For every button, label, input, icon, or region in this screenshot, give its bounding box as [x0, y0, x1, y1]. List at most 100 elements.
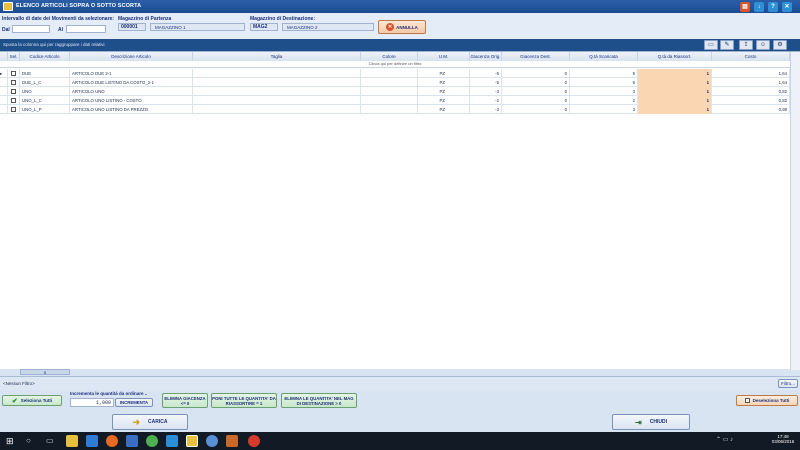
cell-riassort[interactable]: 1: [638, 96, 712, 105]
cell-color: [361, 96, 418, 105]
cell-code: UNO: [20, 87, 70, 96]
deselect-all-button[interactable]: Deseleziona Tutti: [736, 395, 798, 406]
app2-icon[interactable]: [226, 435, 238, 447]
firefox-icon[interactable]: [106, 435, 118, 447]
cell-um: PZ: [418, 69, 470, 78]
from-date-field[interactable]: [12, 25, 50, 33]
row-checkbox[interactable]: [11, 89, 16, 94]
row-indicator: [0, 78, 8, 87]
column-header-indicator: [0, 52, 8, 61]
load-label: CARICA: [148, 419, 168, 425]
delete-dest-qty-button[interactable]: ELIMINA LE QUANTITA' NEL MAG DI DESTINAZ…: [281, 393, 357, 408]
search-icon[interactable]: ○: [26, 436, 31, 445]
delete-stock-button[interactable]: ELIMINA GIACENZA <= 0: [162, 393, 208, 408]
word-icon[interactable]: [126, 435, 138, 447]
cell-scaricata: 3: [570, 87, 638, 96]
pdf-icon[interactable]: ▤: [740, 2, 750, 12]
column-header-um[interactable]: U.M.: [418, 52, 470, 61]
ie-icon[interactable]: [166, 435, 178, 447]
dest-warehouse-label: Magazzino di Destinazione:: [250, 16, 316, 22]
cell-riassort[interactable]: 1: [638, 105, 712, 114]
column-header-color[interactable]: Colore: [361, 52, 418, 61]
users-icon[interactable]: ☺: [756, 40, 770, 50]
row-checkbox[interactable]: [11, 71, 16, 76]
clock[interactable]: 17:48 03/06/2016: [770, 434, 796, 444]
set-all-qty-button[interactable]: PONI TUTTE LE QUANTITA' DA RIASSORTIRE =…: [211, 393, 277, 408]
close-icon[interactable]: ✕: [782, 2, 792, 12]
tray-icons[interactable]: ⌃ ▭ ♪: [716, 436, 733, 443]
row-select-cell[interactable]: [8, 105, 20, 114]
filter-row[interactable]: Clicca qui per definire un filtro: [0, 61, 790, 68]
to-date-field[interactable]: [66, 25, 106, 33]
app-taskbar-icon[interactable]: [186, 435, 198, 447]
row-select-cell[interactable]: [8, 87, 20, 96]
task-view-icon[interactable]: ▭: [46, 436, 54, 445]
title-bar: ELENCO ARTICOLI SOPRA O SOTTO SCORTA ▤ ↓…: [0, 0, 800, 13]
cell-size: [193, 105, 361, 114]
vertical-scrollbar[interactable]: [790, 52, 800, 370]
table-row[interactable]: UNO ARTICOLO UNO PZ -3 0 3 1 0,82: [0, 87, 790, 96]
chrome-icon[interactable]: [146, 435, 158, 447]
row-checkbox[interactable]: [11, 80, 16, 85]
eraser-icon[interactable]: ✎: [720, 40, 734, 50]
cell-cost: 0,82: [712, 87, 790, 96]
cell-code: UNO_L_C: [20, 96, 70, 105]
download-icon[interactable]: ↓: [754, 2, 764, 12]
cell-riassort[interactable]: 1: [638, 69, 712, 78]
dest-warehouse-code[interactable]: MAG2: [250, 23, 278, 31]
cell-dest: 0: [502, 105, 570, 114]
cell-desc: ARTICOLO DUE 2-1: [70, 69, 193, 78]
cell-um: PZ: [418, 105, 470, 114]
deselect-all-label: Deseleziona Tutti: [752, 398, 790, 403]
cell-riassort[interactable]: 1: [638, 78, 712, 87]
select-all-button[interactable]: ✔ Seleziona Tutti: [2, 395, 62, 406]
column-header-code[interactable]: Codice Articolo: [20, 52, 70, 61]
os-taskbar: ⊞ ○ ▭ ⌃ ▭ ♪ 17:48 03/06/2016: [0, 432, 800, 450]
filter-button[interactable]: Filtro...: [778, 379, 798, 388]
row-select-cell[interactable]: [8, 78, 20, 87]
table-row[interactable]: UNO_L_C ARTICOLO UNO LISTINO - COSTO PZ -2 0…: [0, 96, 790, 105]
app3-icon[interactable]: [248, 435, 260, 447]
table-row[interactable]: ▸ DUE ARTICOLO DUE 2-1 PZ -5 0 5 1 1,64: [0, 69, 790, 78]
file-explorer-icon[interactable]: [66, 435, 78, 447]
cell-desc: ARTICOLO UNO LISTINO DA PREZZO: [70, 105, 193, 114]
cell-dest: 0: [502, 69, 570, 78]
column-header-unloaded-qty[interactable]: Q.tà Scaricata: [570, 52, 638, 61]
table-row[interactable]: UNO_L_P ARTICOLO UNO LISTINO DA PREZZO PZ -…: [0, 105, 790, 114]
settings-icon[interactable]: ⚙: [773, 40, 787, 50]
export-icon[interactable]: ⇪: [739, 40, 753, 50]
close-button[interactable]: ⇥ CHIUDI: [612, 414, 690, 430]
row-checkbox[interactable]: [11, 98, 16, 103]
column-header-size[interactable]: Taglia: [193, 52, 361, 61]
cell-um: PZ: [418, 87, 470, 96]
store-icon[interactable]: [86, 435, 98, 447]
column-header-reorder-qty[interactable]: Q.tà da Riassort.: [638, 52, 712, 61]
cancel-button[interactable]: ✕ ANNULLA: [378, 20, 426, 34]
cell-riassort[interactable]: 1: [638, 87, 712, 96]
cell-scaricata: 5: [570, 78, 638, 87]
column-header-description[interactable]: Descrizione Articolo: [70, 52, 193, 61]
cancel-label: ANNULLA: [396, 24, 418, 30]
source-warehouse-code[interactable]: 000001: [118, 23, 146, 31]
cell-color: [361, 78, 418, 87]
increment-button[interactable]: INCREMENTA: [115, 398, 153, 407]
column-header-sel[interactable]: Sel.: [8, 52, 20, 61]
row-select-cell[interactable]: [8, 69, 20, 78]
help-icon[interactable]: ?: [768, 2, 778, 12]
group-by-bar[interactable]: Sposta la colonna qui per raggruppare i …: [0, 39, 800, 51]
cell-orig: -2: [470, 96, 502, 105]
cell-orig: -5: [470, 78, 502, 87]
row-count: 5: [20, 369, 70, 375]
load-button[interactable]: ➜ CARICA: [112, 414, 188, 430]
increment-input[interactable]: 1,000: [70, 398, 114, 407]
row-checkbox[interactable]: [11, 107, 16, 112]
printer-icon[interactable]: ▭: [704, 40, 718, 50]
table-row[interactable]: DUE_L_C ARTICOLO DUE LISTINO DA COSTO_2-1…: [0, 78, 790, 87]
row-select-cell[interactable]: [8, 96, 20, 105]
filter-status-text: <Nessun Filtro>: [3, 381, 35, 386]
column-header-orig-stock[interactable]: Giacenza Orig.: [470, 52, 502, 61]
teamviewer-icon[interactable]: [206, 435, 218, 447]
column-header-cost[interactable]: Costo: [712, 52, 790, 61]
column-header-dest-stock[interactable]: Giacenza Dest.: [502, 52, 570, 61]
start-icon[interactable]: ⊞: [6, 436, 14, 447]
